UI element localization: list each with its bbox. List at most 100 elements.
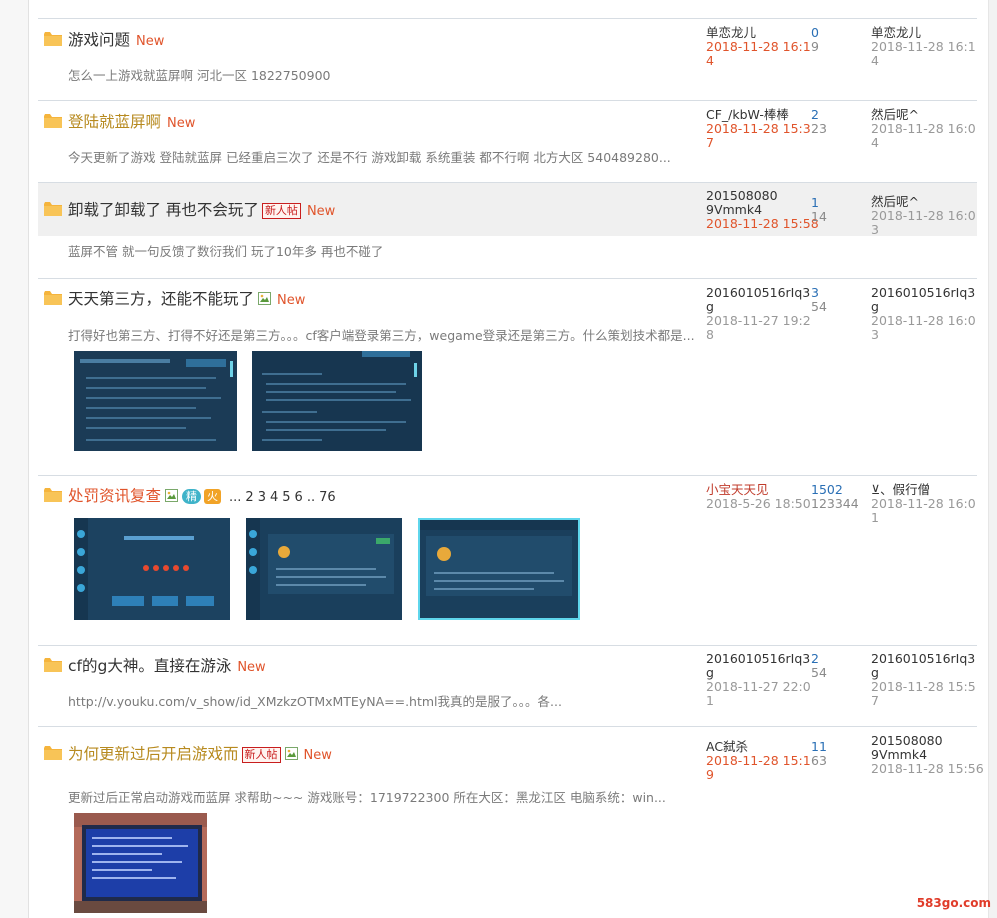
pager-page-6[interactable]: 6 (295, 490, 303, 505)
thread-author: 2016010516rIq3g 2018-11-27 19:28 (706, 286, 814, 342)
thread-counts: 1502 123344 (811, 483, 859, 511)
new-label: New (237, 660, 266, 675)
reply-count: 1502 (811, 482, 843, 497)
last-post-user[interactable]: 然后呢^ (871, 107, 919, 122)
newbie-badge: 新人帖 (261, 203, 301, 219)
thread-excerpt: 怎么一上游戏就蓝屏啊 河北一区 1822750900 (68, 68, 331, 83)
folder-icon (44, 488, 62, 502)
pager-page-5[interactable]: 5 (282, 490, 290, 505)
author-name[interactable]: 单恋龙儿 (706, 25, 756, 40)
thread-row[interactable]: 卸载了卸载了 再也不会玩了 新人帖 New 蓝屏不管 就一句反馈了数衍我们 玩了10… (38, 182, 979, 279)
view-count: 54 (811, 299, 827, 314)
last-post-user[interactable]: ⊻、假行僧 (871, 482, 930, 497)
author-name[interactable]: AC弑杀 (706, 739, 748, 754)
last-post-user[interactable]: 2015080809Vmmk4 (871, 733, 943, 762)
thread-row[interactable]: 为何更新过后开启游戏而 新人帖 New 更新过后正常启动游戏而蓝屏 求帮助~~~ 游… (38, 726, 984, 918)
thread-excerpt: 蓝屏不管 就一句反馈了数衍我们 玩了10年多 再也不碰了 (68, 244, 384, 259)
thread-excerpt: 更新过后正常启动游戏而蓝屏 求帮助~~~ 游戏账号：1719722300 所在大… (68, 790, 666, 805)
thread-counts: 3 54 (811, 286, 827, 314)
post-date: 2018-11-28 16:14 (706, 39, 811, 68)
author-name[interactable]: 2015080809Vmmk4 (706, 188, 778, 217)
thread-row[interactable]: 天天第三方，还能不能玩了 New 打得好也第三方、打得不好还是第三方。。。cf客户… (38, 278, 977, 475)
last-post-user[interactable]: 然后呢^ (871, 194, 919, 209)
pager-ellipsis: ... (229, 490, 242, 505)
thread-title-link[interactable]: 游戏问题 (68, 31, 130, 49)
pager-page-last[interactable]: 76 (319, 490, 336, 505)
thread-image-thumbnail[interactable] (74, 351, 237, 451)
thread-image-thumbnail[interactable] (418, 518, 580, 620)
thread-title-link[interactable]: cf的g大神。直接在游泳 (68, 657, 231, 675)
image-attachment-icon (258, 290, 272, 305)
folder-icon (44, 202, 62, 216)
view-count: 14 (811, 209, 827, 224)
author-name[interactable]: CF_/kbW-棒棒 (706, 107, 789, 122)
new-label: New (303, 748, 332, 763)
thread-title-link[interactable]: 天天第三方，还能不能玩了 (68, 290, 254, 308)
last-post-date[interactable]: 2018-11-28 15:56 (871, 762, 984, 776)
post-date: 2018-11-28 15:19 (706, 753, 811, 782)
hot-badge: 火 (204, 489, 222, 504)
thread-image-thumbnail[interactable] (252, 351, 422, 451)
view-count: 54 (811, 665, 827, 680)
post-date: 2018-5-26 18:50 (706, 496, 811, 511)
thread-author: CF_/kbW-棒棒 2018-11-28 15:37 (706, 108, 814, 150)
thread-author: 2015080809Vmmk4 2018-11-28 15:58 (706, 188, 819, 231)
last-post: 然后呢^ 2018-11-28 16:04 (871, 108, 979, 150)
newbie-badge: 新人帖 (241, 747, 281, 763)
thread-image-thumbnail[interactable] (74, 813, 207, 913)
pager-page-3[interactable]: 3 (258, 490, 266, 505)
thread-counts: 11 63 (811, 740, 827, 768)
thread-row[interactable]: 游戏问题 New 怎么一上游戏就蓝屏啊 河北一区 1822750900 单恋龙儿 … (38, 18, 977, 100)
last-post-date[interactable]: 2018-11-28 16:03 (871, 209, 979, 237)
pager-page-2[interactable]: 2 (245, 490, 253, 505)
thread-row[interactable]: 处罚资讯复查 精火 ... 2 3 4 5 6.. 76 小宝天天见 2018-5-26 18:… (38, 475, 977, 645)
thread-row[interactable]: cf的g大神。直接在游泳 New http://v.youku.com/v_sho… (38, 645, 977, 726)
last-post-date[interactable]: 2018-11-28 16:04 (871, 122, 979, 150)
reply-count: 11 (811, 739, 827, 754)
reply-count: 2 (811, 107, 819, 122)
new-label: New (277, 293, 306, 308)
view-count: 63 (811, 753, 827, 768)
reply-count: 0 (811, 25, 819, 40)
thread-counts: 1 14 (811, 196, 827, 224)
thread-counts: 2 23 (811, 108, 827, 136)
thread-title-link[interactable]: 处罚资讯复查 (68, 487, 161, 505)
last-post-user[interactable]: 2016010516rIq3g (871, 285, 975, 314)
view-count: 9 (811, 39, 819, 54)
thread-title-link[interactable]: 为何更新过后开启游戏而 (68, 745, 239, 763)
last-post-date[interactable]: 2018-11-28 16:14 (871, 40, 979, 68)
last-post-user[interactable]: 单恋龙儿 (871, 25, 921, 40)
last-post: 2016010516rIq3g 2018-11-28 16:03 (871, 286, 979, 342)
folder-icon (44, 746, 62, 760)
page-frame-left (0, 0, 29, 918)
author-name[interactable]: 2016010516rIq3g (706, 651, 810, 680)
thread-list: 游戏问题 New 怎么一上游戏就蓝屏啊 河北一区 1822750900 单恋龙儿 … (38, 18, 984, 918)
thread-excerpt: http://v.youku.com/v_show/id_XMzkzOTMxMT… (68, 694, 562, 709)
thread-pager: ... 2 3 4 5 6.. 76 (229, 490, 340, 505)
thread-row[interactable]: 登陆就蓝屏啊 New 今天更新了游戏 登陆就蓝屏 已经重启三次了 还是不行 游戏卸… (38, 100, 977, 182)
view-count: 123344 (811, 496, 859, 511)
post-date: 2018-11-28 15:58 (706, 216, 819, 231)
folder-icon (44, 291, 62, 305)
post-date: 2018-11-27 19:28 (706, 313, 811, 342)
last-post-date[interactable]: 2018-11-28 16:03 (871, 314, 979, 342)
folder-icon (44, 32, 62, 46)
folder-icon (44, 658, 62, 672)
featured-badge: 精 (182, 489, 202, 504)
thread-counts: 0 9 (811, 26, 819, 54)
thread-image-thumbnail[interactable] (74, 518, 230, 620)
scrollbar[interactable] (988, 0, 997, 918)
last-post-date[interactable]: 2018-11-28 16:01 (871, 497, 979, 525)
thread-image-thumbnail[interactable] (246, 518, 402, 620)
thread-title-link[interactable]: 卸载了卸载了 再也不会玩了 (68, 201, 259, 219)
thread-counts: 2 54 (811, 652, 827, 680)
thread-title-link[interactable]: 登陆就蓝屏啊 (68, 113, 161, 131)
pager-page-4[interactable]: 4 (270, 490, 278, 505)
thread-excerpt: 今天更新了游戏 登陆就蓝屏 已经重启三次了 还是不行 游戏卸载 系统重装 都不行… (68, 150, 671, 165)
author-name[interactable]: 小宝天天见 (706, 482, 769, 497)
thread-title-line: 游戏问题 New (68, 30, 164, 52)
new-label: New (306, 204, 336, 219)
last-post-date[interactable]: 2018-11-28 15:57 (871, 680, 979, 708)
last-post-user[interactable]: 2016010516rIq3g (871, 651, 975, 680)
author-name[interactable]: 2016010516rIq3g (706, 285, 810, 314)
